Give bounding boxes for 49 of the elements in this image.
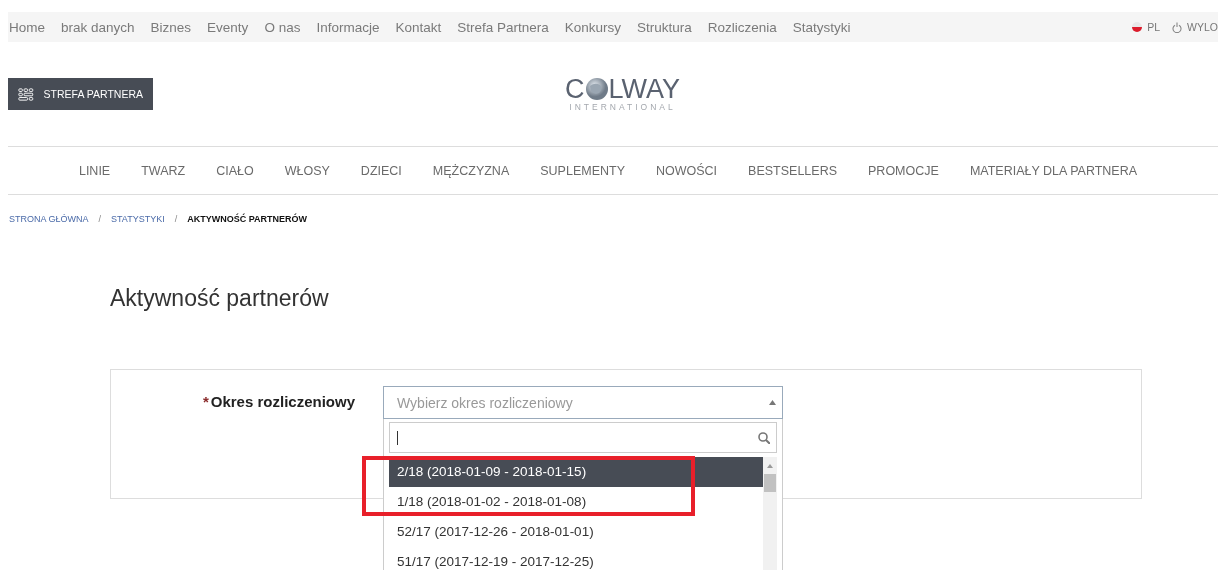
partner-zone-button[interactable]: STREFA PARTNERA [8,78,153,110]
category-link[interactable]: NOWOŚCI [656,163,718,178]
field-label: Okres rozliczeniowy [210,393,355,410]
category-link[interactable]: CIAŁO [216,163,254,178]
scrollbar-thumb[interactable] [764,474,776,492]
logo[interactable]: C LWAY INTERNATIONAL [565,75,680,112]
breadcrumb-link[interactable]: STRONA GŁÓWNA [9,214,89,224]
breadcrumb-separator: / [98,214,102,224]
language-link[interactable]: PL [1132,21,1161,33]
logout-link[interactable]: WYLO [1172,21,1218,33]
nav-link[interactable]: Statystyki [792,19,851,35]
grid-icon [18,86,34,102]
category-link[interactable]: LINIE [78,163,111,178]
scrollbar[interactable] [763,457,777,570]
breadcrumb-link[interactable]: STATYSTYKI [111,214,165,224]
scroll-up-icon [767,464,773,468]
select-field[interactable]: Wybierz okres rozliczeniowy [383,386,783,419]
search-field[interactable] [389,422,777,453]
caret-icon [769,400,776,405]
power-icon [1172,21,1183,33]
breadcrumb-separator: / [174,214,178,224]
poland-flag-icon [1132,22,1143,32]
category-link[interactable]: SUPLEMENTY [540,163,625,178]
category-link[interactable]: TWARZ [141,163,186,178]
nav-link[interactable]: Konkursy [564,19,622,35]
nav-link[interactable]: Struktura [637,19,692,35]
dropdown-option[interactable]: 1/18 (2018-01-02 - 2018-01-08) [389,487,763,517]
nav-link[interactable]: Kontakt [395,19,442,35]
nav-link[interactable]: Biznes [150,19,192,35]
current-page-label: AKTYWNOŚĆ PARTNERÓW [187,214,308,224]
nav-link[interactable]: Eventy [207,19,249,35]
category-link[interactable]: DZIECI [360,163,402,178]
nav-link[interactable]: Rozliczenia [707,19,777,35]
globe-icon [584,77,609,101]
nav-link[interactable]: Strefa Partnera [457,19,549,35]
nav-link[interactable]: Informacje [316,19,380,35]
dropdown-option[interactable]: 51/17 (2017-12-19 - 2017-12-25) [389,547,763,570]
search-icon [758,431,770,444]
category-link[interactable]: BESTSELLERS [748,163,838,178]
category-link[interactable]: PROMOCJE [868,163,939,178]
dropdown-option[interactable]: 52/17 (2017-12-26 - 2018-01-01) [389,517,763,547]
category-link[interactable]: MATERIAŁY DLA PARTNERA [969,163,1138,178]
nav-link[interactable]: Home [9,19,45,35]
required-mark: * [202,393,209,410]
nav-link[interactable]: brak danych [61,19,135,35]
page-title: Aktywność partnerów [110,285,330,312]
nav-link[interactable]: O nas [264,19,301,35]
category-link[interactable]: WŁOSY [284,163,330,178]
category-link[interactable]: MĘŻCZYZNA [432,163,510,178]
